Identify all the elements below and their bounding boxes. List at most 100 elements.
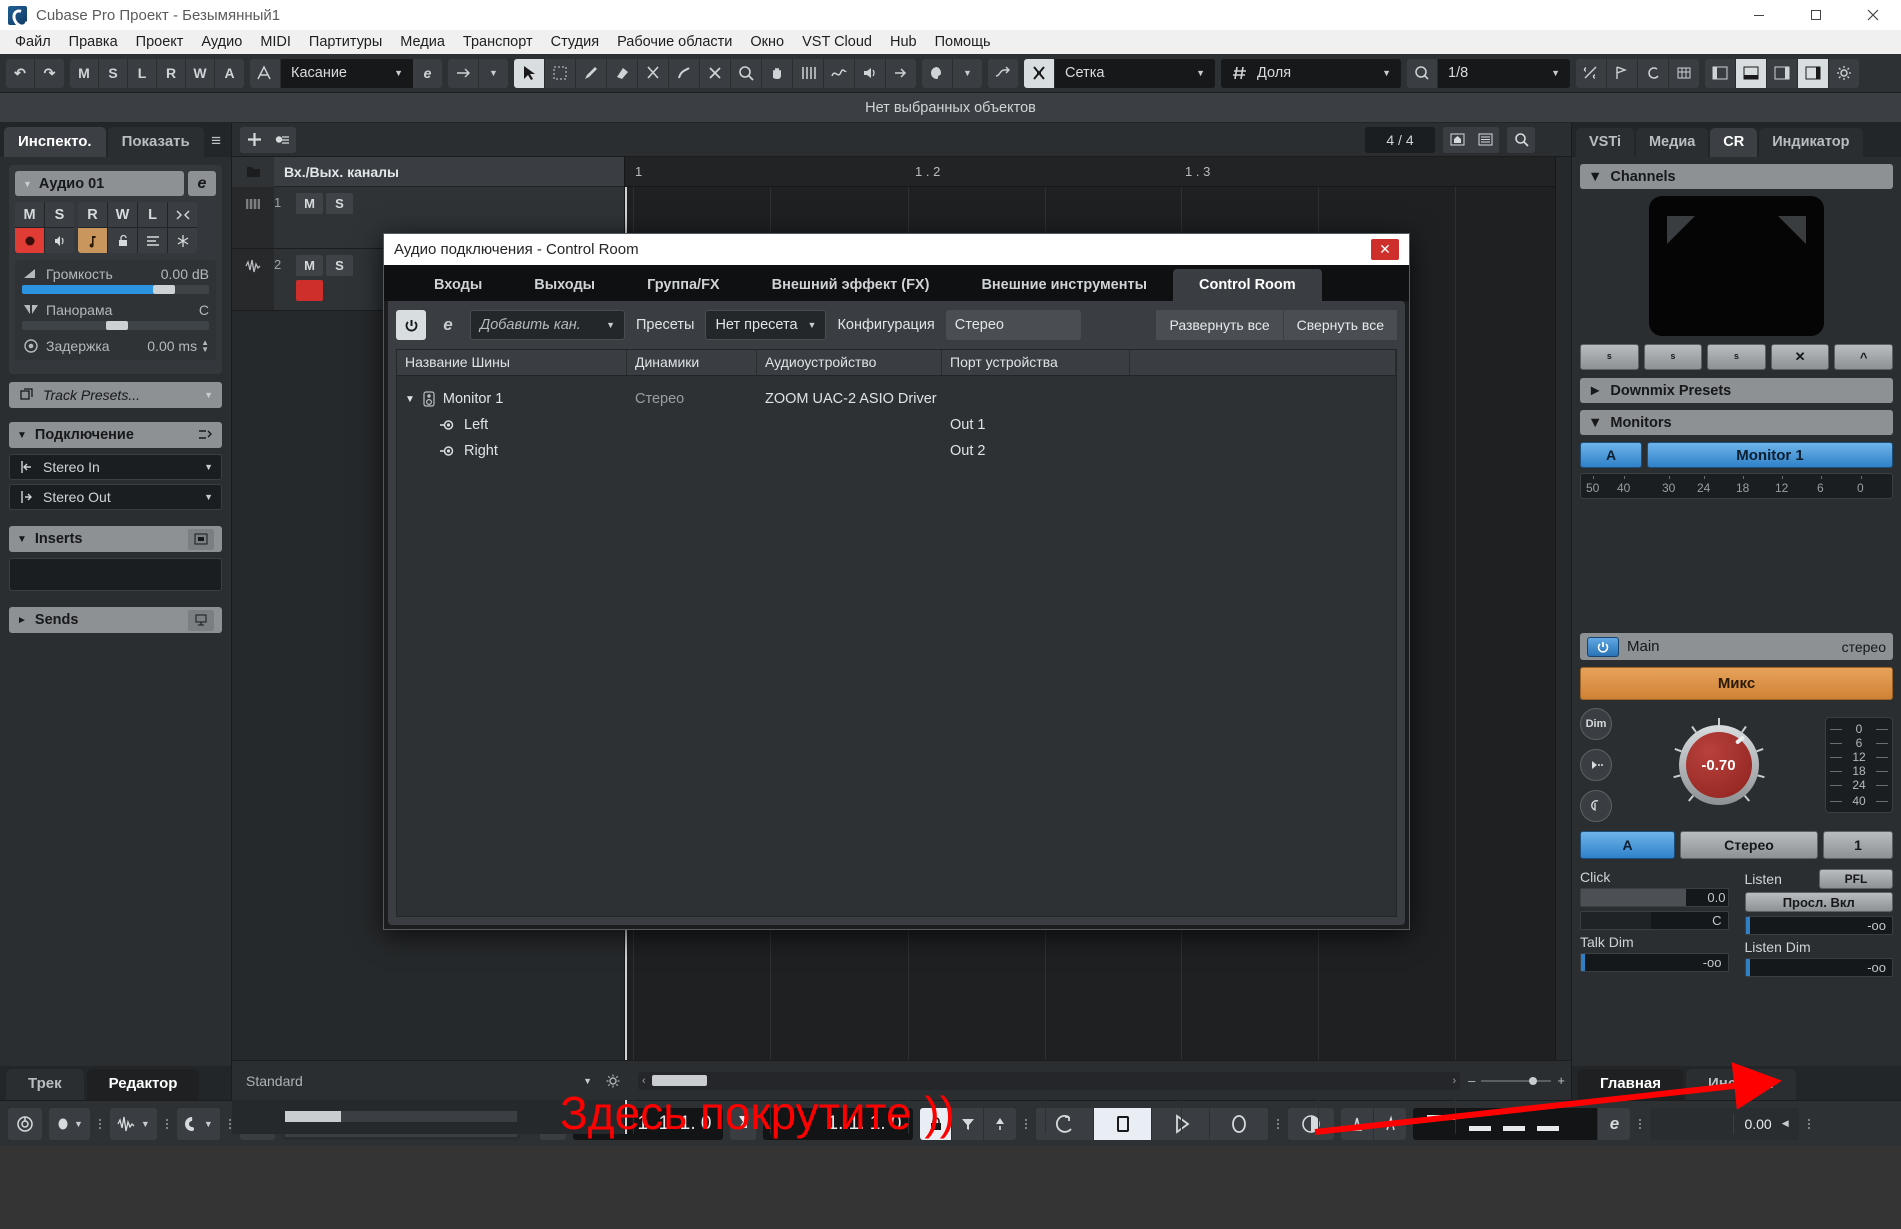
menu-item-hub[interactable]: Hub <box>881 32 926 52</box>
vertical-scrollbar[interactable] <box>1555 157 1571 1060</box>
menu-item-workspaces[interactable]: Рабочие области <box>608 32 741 52</box>
table-row[interactable]: Left Out 1 <box>397 412 1396 438</box>
record-enable-button[interactable] <box>15 228 44 253</box>
dialog-tab-external-instruments[interactable]: Внешние инструменты <box>955 269 1173 301</box>
range-selection-tool-icon[interactable] <box>545 58 576 88</box>
quantize-icon[interactable] <box>1407 58 1438 88</box>
monitors-section-header[interactable]: ▼ Monitors <box>1580 410 1893 435</box>
automation-edit-button[interactable]: e <box>413 58 442 88</box>
tab-vsti[interactable]: VSTi <box>1576 128 1634 157</box>
control-room-power-button[interactable] <box>396 310 426 340</box>
freeze-icon[interactable] <box>168 228 197 253</box>
grid-type-field[interactable]: Доля ▼ <box>1221 58 1401 88</box>
tab-track[interactable]: Трек <box>6 1069 84 1100</box>
state-read[interactable]: R <box>157 58 186 88</box>
read-automation-button[interactable]: R <box>78 202 107 227</box>
metronome-icon[interactable] <box>1669 58 1699 88</box>
erase-tool-icon[interactable] <box>607 58 638 88</box>
upmix-button[interactable]: ^ <box>1834 344 1893 370</box>
tab-show[interactable]: Показать <box>107 127 204 157</box>
table-row[interactable]: ▼ Monitor 1 Стерео ZOOM UAC-2 ASIO Drive… <box>397 386 1396 412</box>
mute-hand-tool-icon[interactable] <box>762 58 793 88</box>
mute-tool-icon[interactable] <box>700 58 731 88</box>
write-automation-button[interactable]: W <box>108 202 137 227</box>
menu-item-window[interactable]: Окно <box>741 32 793 52</box>
menu-item-project[interactable]: Проект <box>127 32 193 52</box>
main-channel-bar[interactable]: Main стерео <box>1580 633 1893 660</box>
inspector-mute-button[interactable]: M <box>15 202 44 227</box>
tab-meter[interactable]: Индикатор <box>1759 128 1863 157</box>
pfl-button[interactable]: PFL <box>1819 869 1893 889</box>
chevron-down-icon[interactable]: ▼ <box>583 1076 592 1086</box>
show-all-zones-icon[interactable] <box>1798 58 1829 88</box>
power-icon[interactable] <box>1587 636 1619 657</box>
cell-device-port[interactable]: Out 1 <box>942 417 1130 433</box>
preset-dropdown[interactable]: Нет пресета ▼ <box>705 310 827 340</box>
snap-mode-field[interactable]: Сетка ▼ <box>1055 58 1215 88</box>
minimize-button[interactable] <box>1730 0 1787 30</box>
track-solo-button[interactable]: S <box>326 193 353 214</box>
mix-button[interactable]: Микс <box>1580 667 1893 700</box>
inspector-menu-icon[interactable]: ≡ <box>211 131 221 157</box>
dialog-tab-outputs[interactable]: Выходы <box>508 269 621 301</box>
delay-stepper[interactable]: ▲ ▼ <box>201 339 209 354</box>
zoom-tool-icon[interactable] <box>731 58 762 88</box>
chevron-down-icon[interactable]: ▼ <box>405 394 415 405</box>
fold-down-button[interactable]: ✕ <box>1770 344 1830 370</box>
cell-speakers[interactable]: Стерео <box>627 391 757 407</box>
surround-panner[interactable] <box>1649 196 1824 336</box>
close-button[interactable] <box>1844 0 1901 30</box>
sends-panel-icon[interactable] <box>188 609 214 631</box>
color-dropdown-icon[interactable]: ▼ <box>953 58 982 88</box>
show-lower-zone-icon[interactable] <box>1736 58 1767 88</box>
tab-cr[interactable]: CR <box>1710 128 1758 157</box>
click-level-bar[interactable]: 0.0 <box>1580 888 1729 907</box>
add-track-icon[interactable] <box>240 127 268 153</box>
solo-center-button[interactable]: ˢ <box>1643 344 1703 370</box>
draw-tool-icon[interactable] <box>576 58 607 88</box>
output-routing-field[interactable]: Stereo Out ▼ <box>9 484 222 510</box>
track-edit-button[interactable]: e <box>188 171 216 196</box>
audio-record-mode-icon[interactable]: ▼ <box>110 1108 157 1140</box>
color-tool-icon[interactable] <box>886 58 916 88</box>
track-visibility-icon[interactable] <box>268 127 296 153</box>
talkback-button[interactable] <box>1580 749 1612 781</box>
menu-item-audio[interactable]: Аудио <box>192 32 251 52</box>
click-pan-bar[interactable]: C <box>1580 911 1729 930</box>
ruler[interactable]: 1 1 . 2 1 . 3 <box>625 157 1571 187</box>
solo-front-button[interactable]: ˢ <box>1580 344 1639 370</box>
cell-audio-device[interactable]: ZOOM UAC-2 ASIO Driver <box>757 391 942 407</box>
show-right-zone-icon[interactable] <box>1767 58 1798 88</box>
menu-item-scores[interactable]: Партитуры <box>300 32 391 52</box>
state-automation[interactable]: A <box>215 58 244 88</box>
track-name-field[interactable]: ▼ Аудио 01 <box>15 171 184 196</box>
drag-handle-dots[interactable] <box>97 1118 103 1129</box>
dim-button[interactable]: Dim <box>1580 708 1612 740</box>
list-view-icon[interactable] <box>1471 127 1499 153</box>
menu-item-file[interactable]: Файл <box>6 32 60 52</box>
menu-item-midi[interactable]: MIDI <box>251 32 300 52</box>
menu-item-vstcloud[interactable]: VST Cloud <box>793 32 881 52</box>
menu-item-transport[interactable]: Транспорт <box>454 32 542 52</box>
inserts-bypass-icon[interactable] <box>188 528 214 550</box>
cell-bus-name[interactable]: Left <box>397 417 627 433</box>
monitor-name-button[interactable]: Monitor 1 <box>1647 442 1893 468</box>
tab-inspector[interactable]: Инспекто. <box>4 127 106 157</box>
inspector-solo-button[interactable]: S <box>45 202 74 227</box>
column-device-port[interactable]: Порт устройства <box>942 350 1130 375</box>
automation-icon[interactable] <box>250 58 281 88</box>
menu-item-edit[interactable]: Правка <box>60 32 127 52</box>
quantize-preset-field[interactable]: 1/8 ▼ <box>1438 58 1570 88</box>
home-view-icon[interactable] <box>1443 127 1471 153</box>
transport-menu-icon[interactable] <box>8 1108 42 1140</box>
tab-editor[interactable]: Редактор <box>86 1069 200 1100</box>
listen-enable-button[interactable]: Просл. Вкл <box>1744 892 1893 912</box>
scroll-thumb[interactable] <box>651 1075 707 1086</box>
cell-bus-name[interactable]: ▼ Monitor 1 <box>397 391 627 407</box>
column-speakers[interactable]: Динамики <box>627 350 757 375</box>
track-presets-field[interactable]: Track Presets... ▼ <box>9 382 222 408</box>
dialog-tab-inputs[interactable]: Входы <box>408 269 508 301</box>
dialog-tab-control-room[interactable]: Control Room <box>1173 269 1322 301</box>
track-solo-button[interactable]: S <box>326 255 353 276</box>
insert-slot[interactable] <box>9 558 222 591</box>
